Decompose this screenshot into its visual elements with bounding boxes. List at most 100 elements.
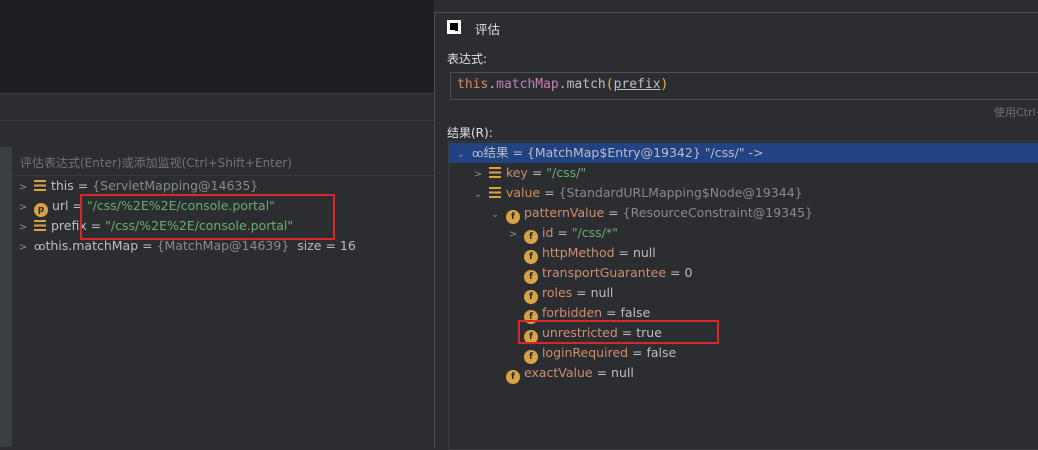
node-value: {StandardURLMapping$Node@19344} [558, 185, 803, 200]
editor-area [0, 0, 434, 93]
expression-label: 表达式: [447, 52, 488, 66]
equals-sign: = [666, 265, 685, 280]
left-paren: ( [605, 77, 614, 92]
node-name: patternValue [523, 205, 605, 220]
node-value: {MatchMap$Entry@19342} "/css/" -> [526, 145, 764, 160]
result-tree[interactable]: ⌄ oo 结果 = {MatchMap$Entry@19342} "/css/" … [448, 141, 1038, 450]
field-f-icon: f [505, 210, 520, 224]
equals-sign: = [508, 145, 527, 160]
dot: . [488, 77, 497, 92]
chevron-down-icon[interactable]: ⌄ [488, 205, 502, 225]
variable-name: url [51, 198, 69, 213]
watch-glasses-icon: oo [33, 240, 46, 253]
equals-sign: = [73, 178, 93, 193]
variable-size: size = 16 [289, 238, 356, 253]
field-f-icon: f [523, 290, 538, 304]
chevron-down-icon[interactable]: ⌄ [471, 185, 485, 205]
field-f-icon: f [523, 230, 538, 244]
node-name: httpMethod [541, 245, 615, 260]
node-name: 结果 [483, 145, 509, 160]
keyword-this: this [457, 77, 489, 92]
field-icon [488, 187, 501, 198]
node-name: key [505, 165, 528, 180]
debug-toolbar [0, 93, 434, 121]
node-name: loginRequired [541, 345, 629, 360]
variable-name: this.matchMap [45, 238, 139, 253]
parameter-icon: p [33, 203, 48, 217]
tree-row-result[interactable]: ⌄ oo 结果 = {MatchMap$Entry@19342} "/css/" … [449, 143, 1038, 163]
watch-glasses-icon: oo [471, 147, 484, 160]
equals-sign: = [138, 238, 157, 253]
variable-icon [33, 180, 46, 191]
node-value: false [620, 305, 651, 320]
dialog-title-bar[interactable]: 评估 [435, 13, 1038, 41]
chevron-right-icon[interactable]: > [506, 225, 520, 245]
expression-text: this.matchMap.match(prefix) [457, 77, 668, 92]
field-f-icon: f [505, 370, 520, 384]
chevron-down-icon[interactable]: ⌄ [454, 145, 468, 165]
tree-row-transportguarantee[interactable]: f transportGuarantee = 0 [449, 263, 1038, 284]
equals-sign: = [628, 345, 647, 360]
highlight-box-unrestricted [518, 320, 719, 344]
equals-sign: = [592, 365, 612, 380]
variable-value: {MatchMap@14639} [156, 238, 290, 253]
node-name: id [541, 225, 554, 240]
node-value: null [611, 365, 634, 380]
node-value: "/css/*" [571, 225, 618, 240]
param-prefix: prefix [613, 77, 661, 92]
node-value: false [646, 345, 677, 360]
tree-row-httpmethod[interactable]: f httpMethod = null [449, 243, 1038, 264]
node-value: null [590, 285, 614, 300]
chevron-right-icon[interactable]: > [16, 218, 30, 238]
evaluate-expression-input[interactable]: 评估表达式(Enter)或添加监视(Ctrl+Shift+Enter) [12, 147, 434, 176]
variable-icon [33, 220, 46, 231]
node-name: value [505, 185, 541, 200]
variable-row-this[interactable]: > this = {ServletMapping@14635} [16, 176, 258, 196]
equals-sign: = [527, 165, 547, 180]
intellij-logo-icon [447, 20, 461, 34]
tree-row-id[interactable]: > f id = "/css/*" [449, 223, 1038, 245]
node-value: "/css/" [546, 165, 587, 180]
variable-name: this [50, 178, 74, 193]
shortcut-hint: 使用Ctrl+ [994, 106, 1038, 119]
tree-row-roles[interactable]: f roles = null [449, 283, 1038, 304]
node-value: null [632, 245, 656, 260]
node-value: 0 [684, 265, 693, 280]
dialog-title: 评估 [475, 22, 501, 37]
node-name: roles [541, 285, 573, 300]
equals-sign: = [604, 205, 623, 220]
field-f-icon: f [523, 250, 538, 264]
node-value: {ResourceConstraint@19345} [622, 205, 813, 220]
tree-row-loginrequired[interactable]: f loginRequired = false [449, 343, 1038, 364]
node-name: transportGuarantee [541, 265, 667, 280]
expression-input[interactable]: this.matchMap.match(prefix) [450, 72, 1038, 100]
equals-sign: = [572, 285, 591, 300]
field-f-icon: f [523, 350, 538, 364]
tree-row-key[interactable]: > key = "/css/" [449, 163, 1038, 183]
field-icon [488, 167, 501, 178]
node-name: forbidden [541, 305, 603, 320]
highlight-box-url-prefix [80, 194, 335, 240]
equals-sign: = [553, 225, 572, 240]
field-f-icon: f [523, 270, 538, 284]
equals-sign: = [540, 185, 559, 200]
result-label: 结果(R): [447, 126, 493, 140]
equals-sign: = [614, 245, 633, 260]
evaluate-placeholder: 评估表达式(Enter)或添加监视(Ctrl+Shift+Enter) [20, 156, 292, 170]
tree-row-patternvalue[interactable]: ⌄ f patternValue = {ResourceConstraint@19… [449, 203, 1038, 225]
chevron-right-icon[interactable]: > [16, 178, 30, 198]
chevron-right-icon[interactable]: > [16, 198, 30, 218]
equals-sign: = [602, 305, 621, 320]
tree-row-value[interactable]: ⌄ value = {StandardURLMapping$Node@19344… [449, 183, 1038, 203]
node-name: exactValue [523, 365, 593, 380]
field-matchmap: matchMap [496, 77, 559, 92]
variable-value: {ServletMapping@14635} [92, 178, 259, 193]
tree-row-exactvalue[interactable]: f exactValue = null [449, 363, 1038, 384]
method-match: .match [558, 77, 606, 92]
left-gutter [0, 147, 12, 447]
chevron-right-icon[interactable]: > [471, 165, 485, 185]
chevron-right-icon[interactable]: > [16, 238, 30, 258]
debug-subbar [0, 120, 434, 148]
evaluate-dialog: 评估 表达式: this.matchMap.match(prefix) 使用Ct… [434, 12, 1038, 450]
right-paren: ) [660, 77, 669, 92]
